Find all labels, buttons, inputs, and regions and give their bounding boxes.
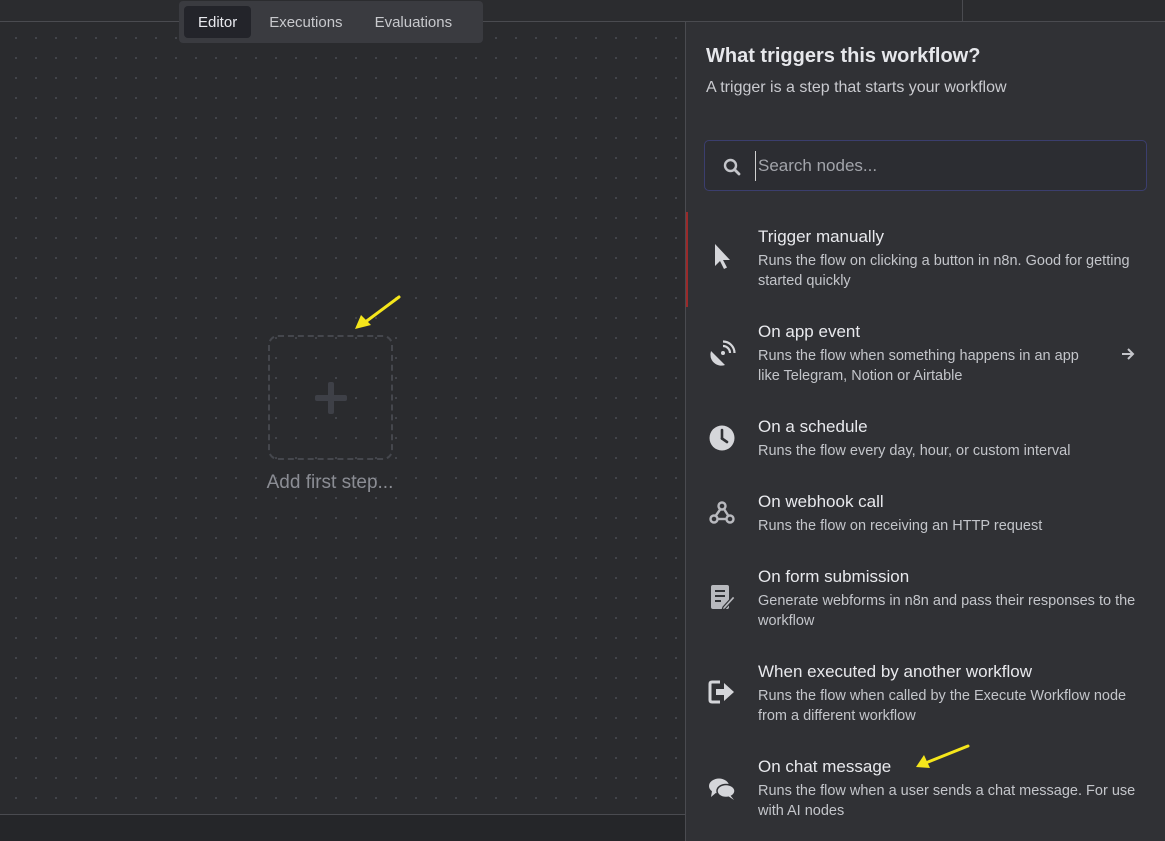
trigger-item-desc: Runs the flow when a user sends a chat m… — [758, 783, 1136, 819]
app-window: Editor Executions Evaluations Add first … — [0, 0, 1165, 841]
form-icon — [711, 585, 736, 611]
trigger-item-desc: Runs the flow when something happens in … — [758, 348, 1079, 384]
tab-editor[interactable]: Editor — [184, 6, 252, 38]
plus-icon — [314, 381, 347, 414]
trigger-item-title: On webhook call — [758, 492, 884, 511]
cursor-icon — [715, 244, 730, 269]
search-box — [704, 140, 1147, 191]
trigger-item-form[interactable]: On form submission Generate webforms in … — [686, 552, 1165, 642]
top-bar-divider — [962, 0, 963, 22]
annotation-arrow-icon — [916, 744, 970, 768]
trigger-item-title: Trigger manually — [758, 227, 884, 246]
trigger-item-desc: Runs the flow when called by the Execute… — [758, 688, 1127, 724]
trigger-panel: What triggers this workflow? A trigger i… — [685, 22, 1165, 841]
comments-icon — [709, 778, 736, 800]
search-icon — [723, 158, 741, 176]
trigger-item-desc: Runs the flow every day, hour, or custom… — [758, 443, 1071, 459]
tab-executions[interactable]: Executions — [255, 6, 356, 38]
trigger-item-title: On chat message — [758, 757, 892, 776]
satellite-dish-icon — [710, 340, 736, 366]
top-bar — [0, 0, 1165, 22]
add-first-step-button[interactable] — [268, 335, 393, 460]
trigger-item-desc: Generate webforms in n8n and pass their … — [758, 593, 1136, 629]
trigger-item-manual[interactable]: Trigger manually Runs the flow on clicki… — [686, 212, 1165, 307]
annotation-arrow-icon — [355, 295, 401, 329]
trigger-item-desc: Runs the flow on receiving an HTTP reque… — [758, 518, 1043, 534]
panel-title: What triggers this workflow? — [706, 45, 981, 67]
search-input[interactable] — [755, 151, 1125, 181]
trigger-item-title: On app event — [758, 322, 861, 341]
trigger-item-title: On a schedule — [758, 417, 868, 436]
trigger-item-title: On form submission — [758, 567, 910, 586]
tab-evaluations[interactable]: Evaluations — [361, 6, 467, 38]
trigger-item-execute-workflow[interactable]: When executed by another workflow Runs t… — [686, 647, 1165, 737]
panel-subtitle: A trigger is a step that starts your wor… — [706, 79, 1007, 96]
arrow-right-icon — [1122, 348, 1135, 360]
trigger-item-title: When executed by another workflow — [758, 662, 1033, 681]
trigger-item-desc: Runs the flow on clicking a button in n8… — [758, 253, 1130, 289]
add-first-step-label: Add first step... — [266, 472, 394, 493]
trigger-item-app-event[interactable]: On app event Runs the flow when somethin… — [686, 307, 1165, 397]
clock-icon — [709, 425, 735, 451]
view-tabs: Editor Executions Evaluations — [179, 1, 483, 43]
webhook-icon — [709, 501, 735, 524]
sign-in-icon — [708, 680, 734, 704]
canvas-bottom-bar — [0, 814, 686, 841]
